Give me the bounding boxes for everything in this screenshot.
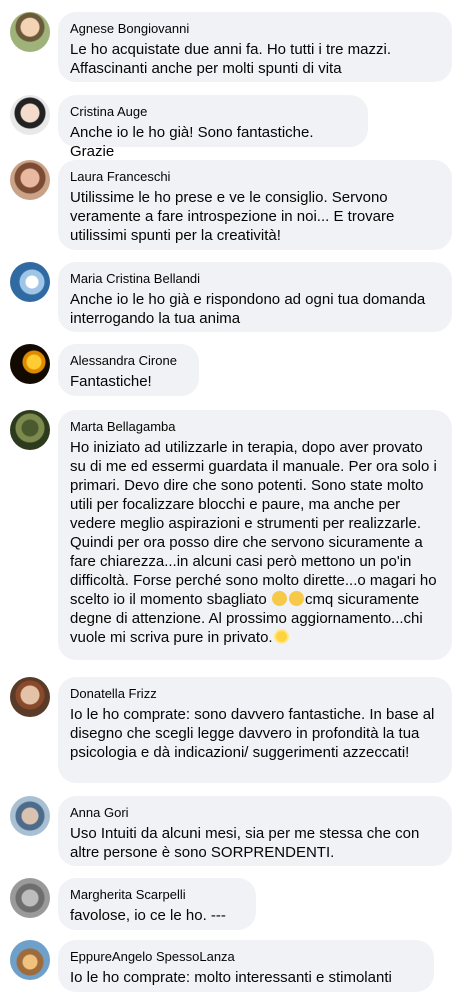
relieved-face-emoji xyxy=(288,591,304,606)
avatar[interactable] xyxy=(10,344,50,384)
commenter-name[interactable]: Agnese Bongiovanni xyxy=(70,21,440,37)
comment-bubble: Agnese Bongiovanni Le ho acquistate due … xyxy=(58,12,452,82)
avatar[interactable] xyxy=(10,410,50,450)
comment-text: Ho iniziato ad utilizzarle in terapia, d… xyxy=(70,438,440,647)
avatar[interactable] xyxy=(10,940,50,980)
comment-bubble: Margherita Scarpelli favolose, io ce le … xyxy=(58,878,256,930)
avatar[interactable] xyxy=(10,12,50,52)
avatar[interactable] xyxy=(10,796,50,836)
comment-bubble: Alessandra Cirone Fantastiche! xyxy=(58,344,199,396)
commenter-name[interactable]: Marta Bellagamba xyxy=(70,419,440,435)
comment-text: Io le ho comprate: sono davvero fantasti… xyxy=(70,706,435,761)
avatar[interactable] xyxy=(10,262,50,302)
comment-text: Anche io le ho già e rispondono ad ogni … xyxy=(70,291,426,327)
comment-text: favolose, io ce le ho. --- xyxy=(70,907,226,924)
comment-text: Fantastiche! xyxy=(70,373,152,390)
avatar[interactable] xyxy=(10,878,50,918)
comment-bubble: Cristina Auge Anche io le ho già! Sono f… xyxy=(58,95,368,160)
commenter-name[interactable]: Alessandra Cirone xyxy=(70,353,187,369)
commenter-name[interactable]: EppureAngelo SpessoLanza xyxy=(70,949,422,965)
comment-text: Io le ho comprate: molto interessanti e … xyxy=(70,969,392,986)
comment-text: Anche io le ho già! Sono fantastiche. Gr… xyxy=(70,124,314,160)
commenter-name[interactable]: Cristina Auge xyxy=(70,104,356,120)
commenter-name[interactable]: Maria Cristina Bellandi xyxy=(70,271,440,287)
commenter-name[interactable]: Laura Franceschi xyxy=(70,169,440,185)
comment-text: Uso Intuiti da alcuni mesi, sia per me s… xyxy=(70,825,420,861)
comment-bubble: Laura Franceschi Utilissime le ho prese … xyxy=(58,160,452,250)
comment-text: Le ho acquistate due anni fa. Ho tutti i… xyxy=(70,41,392,77)
comment-text: Utilissime le ho prese e ve le consiglio… xyxy=(70,189,395,244)
comment-bubble: Maria Cristina Bellandi Anche io le ho g… xyxy=(58,262,452,332)
avatar[interactable] xyxy=(10,677,50,717)
comment-bubble: Donatella Frizz Io le ho comprate: sono … xyxy=(58,677,452,783)
comment-bubble: Anna Gori Uso Intuiti da alcuni mesi, si… xyxy=(58,796,452,866)
avatar[interactable] xyxy=(10,160,50,200)
commenter-name[interactable]: Donatella Frizz xyxy=(70,686,440,702)
comment-bubble: Marta Bellagamba Ho iniziato ad utilizza… xyxy=(58,410,452,660)
sun-emoji xyxy=(273,629,289,644)
commenter-name[interactable]: Margherita Scarpelli xyxy=(70,887,244,903)
commenter-name[interactable]: Anna Gori xyxy=(70,805,440,821)
thinking-face-emoji xyxy=(271,591,287,606)
avatar[interactable] xyxy=(10,95,50,135)
comment-bubble: EppureAngelo SpessoLanza Io le ho compra… xyxy=(58,940,434,992)
comment-text-part: Ho iniziato ad utilizzarle in terapia, d… xyxy=(70,439,437,608)
